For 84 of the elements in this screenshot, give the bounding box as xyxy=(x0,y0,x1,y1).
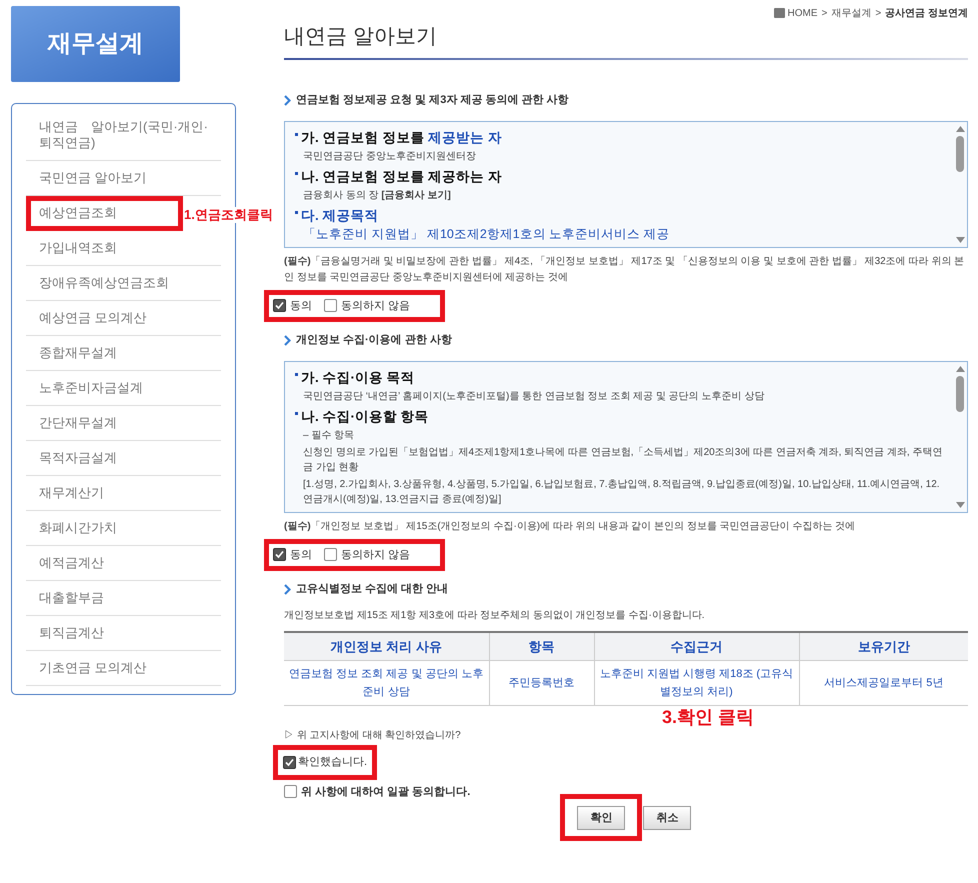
sidebar-item[interactable]: 국민연금 알아보기 xyxy=(26,161,221,196)
scroll-thumb[interactable] xyxy=(956,376,964,412)
terms-heading: 가. 수집·이용 목적 xyxy=(301,368,415,386)
chevron-icon xyxy=(284,584,291,595)
sidebar-item[interactable]: 예상연금 모의계산 xyxy=(26,301,221,336)
option-label[interactable]: 확인했습니다. xyxy=(298,754,368,770)
checkbox[interactable] xyxy=(273,299,286,312)
column-header: 수집근거 xyxy=(594,632,799,660)
table-cell: 주민등록번호 xyxy=(489,660,594,706)
sidebar-item[interactable]: 대출할부금 xyxy=(26,581,221,616)
breadcrumb-link[interactable]: HOME xyxy=(788,6,818,20)
action-button[interactable]: 취소 xyxy=(643,806,692,830)
section-heading: 연금보험 정보제공 요청 및 제3자 제공 동의에 관한 사항 xyxy=(296,93,569,108)
table-cell: 연금보험 정보 조회 제공 및 공단의 노후준비 상담 xyxy=(284,660,489,706)
section-logo: 재무설계 xyxy=(11,6,180,82)
option-label[interactable]: 위 사항에 대하여 일괄 동의합니다. xyxy=(301,784,470,800)
check-icon xyxy=(275,301,284,310)
sidebar-item[interactable]: 내연금 알아보기(국민·개인·퇴직연금) xyxy=(26,110,221,161)
checkbox[interactable] xyxy=(324,548,337,562)
terms-text: – 필수 항목 xyxy=(302,428,356,442)
description-text: 개인정보보호법 제15조 제1항 제3호에 따라 정보주체의 동의없이 개인정보를 수집·이용합니다. xyxy=(284,608,706,622)
checkbox[interactable] xyxy=(324,299,337,312)
option-label[interactable]: 동의 xyxy=(290,546,312,563)
section-heading: 고유식별정보 수집에 대한 안내 xyxy=(296,582,448,597)
bullet-icon xyxy=(295,412,298,414)
terms-heading: 나. 연금보험 정보를 제공하는 자 xyxy=(301,168,502,186)
terms-text: 신청인 명의로 가입된「보험업법」제4조제1항제1호나목에 따른 연금보험,「소득세법」제20조의3에 따른 연금저축 계좌, 퇴직연금 계좌, 주택연금 가입 현황 xyxy=(302,446,943,474)
chevron-icon xyxy=(284,334,291,346)
table-cell: 노후준비 지원법 시행령 제18조 (고유식별정보의 처리) xyxy=(594,660,799,706)
check-icon xyxy=(275,550,284,560)
column-header: 항목 xyxy=(489,632,594,660)
terms-text: 국민연금공단 ‘내연금’ 홈페이지(노후준비포털)를 통한 연금보험 정보 조회 제공 및 공단의 노후준비 상담 xyxy=(302,390,766,404)
section-heading: 개인정보 수집·이용에 관한 사항 xyxy=(296,333,452,348)
sidebar-item[interactable]: 목적자금설계 xyxy=(26,441,221,476)
terms-text: 국민연금공단 중앙노후준비지원센터장 xyxy=(302,150,477,164)
sidebar-item[interactable]: 화폐시간가치 xyxy=(26,511,221,546)
column-header: 보유기간 xyxy=(799,632,968,660)
table-cell: 서비스제공일로부터 5년 xyxy=(799,660,968,706)
terms-text: 금융회사 동의 장 [금융회사 보기] xyxy=(302,188,452,202)
sidebar-item[interactable]: 퇴직금계산 xyxy=(26,616,221,651)
sidebar-item[interactable]: 장애유족예상연금조회 xyxy=(26,266,221,301)
consent-notice: (필수)「개인정보 보호법」 제15조(개인정보의 수집·이용)에 따라 위의 내용과 같이 본인의 정보를 국민연금공단이 수집하는 것에 xyxy=(284,520,856,534)
sidebar-item[interactable]: 노후준비자금설계 xyxy=(26,371,221,406)
sidebar-item[interactable]: 간단재무설계 xyxy=(26,406,221,441)
option-label[interactable]: 동의하지 않음 xyxy=(341,298,410,314)
sidebar-item[interactable]: 재무계산기 xyxy=(26,476,221,511)
bullet-icon xyxy=(295,372,298,376)
breadcrumb-current: 공사연금 정보연계 xyxy=(885,6,968,20)
sidebar-item[interactable]: 종합재무설계 xyxy=(26,336,221,371)
checkbox[interactable] xyxy=(283,756,296,769)
up-arrow-icon[interactable] xyxy=(956,126,964,132)
confirm-question: ▷ 위 고지사항에 대해 확인하였습니까? xyxy=(284,729,462,743)
page-title: 내연금 알아보기 xyxy=(284,24,437,50)
terms-text: [1.성명, 2.가입회사, 3.상품유형, 4.상품명, 5.가입일, 6.납입보험료, 7.총납입액, 8.적립금액, 9.납입종료(예정)일, 10.납입상태, 11.예시연금액, 12.연금개시(예정)일, 13.연금지급 종료(예정)일] xyxy=(302,478,941,506)
checkbox[interactable] xyxy=(284,785,297,798)
annotation-text: 1.연금조회클릭 xyxy=(184,207,273,223)
bullet-icon xyxy=(295,172,298,174)
up-arrow-icon[interactable] xyxy=(956,366,964,372)
chevron-icon xyxy=(284,94,291,106)
sidebar-item[interactable]: 예상연금조회 xyxy=(26,196,183,231)
breadcrumb-separator: > xyxy=(875,6,882,20)
bullet-icon xyxy=(295,132,298,136)
action-button[interactable]: 확인 xyxy=(577,806,626,830)
consent-notice: (필수)「금융실명거래 및 비밀보장에 관한 법률」 제4조, 「개인정보 보호법」 제17조 및 「신용정보의 이용 및 보호에 관한 법률」 제32조에 따라 위의 본인 정보를 국민연금공단 중앙노후준비지원센터에 제공하는 것에 xyxy=(284,254,966,284)
breadcrumb-separator: > xyxy=(822,6,828,20)
terms-text: 「노후준비 지원법」 제10조제2항제1호의 노후준비서비스 제공 xyxy=(302,226,671,242)
sidebar-item[interactable]: 가입내역조회 xyxy=(26,231,221,266)
option-label[interactable]: 동의하지 않음 xyxy=(341,546,410,563)
column-header: 개인정보 처리 사유 xyxy=(284,632,489,660)
terms-heading: 나. 수집·이용할 항목 xyxy=(301,408,429,426)
checkbox[interactable] xyxy=(273,548,286,562)
annotation-text: 3.확인 클릭 xyxy=(662,706,754,728)
home-icon xyxy=(774,8,785,18)
breadcrumb-link[interactable]: 재무설계 xyxy=(831,6,872,20)
terms-heading: 다. 제공목적 xyxy=(301,206,379,224)
down-arrow-icon[interactable] xyxy=(956,236,964,242)
terms-heading: 가. 연금보험 정보를 제공받는 자 xyxy=(301,128,502,146)
check-icon xyxy=(285,758,294,767)
down-arrow-icon[interactable] xyxy=(956,502,964,508)
sidebar-item[interactable]: 기초연금 모의계산 xyxy=(26,651,221,686)
scroll-thumb[interactable] xyxy=(956,136,964,172)
option-label[interactable]: 동의 xyxy=(290,298,312,314)
sidebar-item[interactable]: 예적금계산 xyxy=(26,546,221,581)
bullet-icon xyxy=(295,210,298,214)
